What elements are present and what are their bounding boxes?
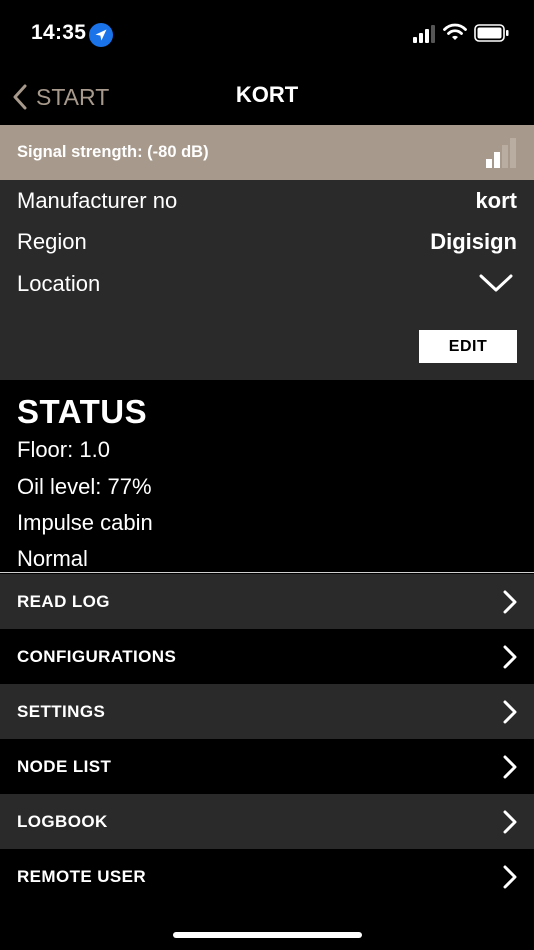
- chevron-right-icon: [503, 645, 517, 669]
- menu-item-node-list[interactable]: NODE LIST: [0, 739, 534, 794]
- navigation-bar: START KORT: [0, 68, 534, 125]
- status-section: STATUS Floor: 1.0 Oil level: 77% Impulse…: [0, 380, 534, 573]
- edit-button[interactable]: EDIT: [419, 330, 517, 363]
- status-title: STATUS: [17, 393, 148, 430]
- region-row: Region Digisign: [17, 225, 517, 259]
- menu-item-label: SETTINGS: [17, 701, 106, 721]
- chevron-right-icon: [503, 810, 517, 834]
- status-time: 14:35: [31, 21, 87, 44]
- wifi-icon: [443, 23, 467, 40]
- signal-strength-banner: Signal strength: (-80 dB): [0, 125, 534, 180]
- home-indicator[interactable]: [173, 932, 362, 938]
- location-row[interactable]: Location: [17, 267, 517, 301]
- chevron-right-icon: [503, 865, 517, 889]
- menu-item-label: LOGBOOK: [17, 811, 108, 831]
- manufacturer-label: Manufacturer no: [17, 188, 178, 213]
- manufacturer-value: kort: [475, 188, 517, 213]
- region-value: Digisign: [430, 229, 517, 254]
- chevron-down-icon[interactable]: [479, 273, 513, 293]
- region-label: Region: [17, 229, 87, 254]
- device-info-panel: Manufacturer no kort Region Digisign Loc…: [0, 180, 534, 380]
- signal-strength-text: Signal strength: (-80 dB): [17, 143, 209, 161]
- menu-item-label: CONFIGURATIONS: [17, 646, 177, 666]
- chevron-right-icon: [503, 755, 517, 779]
- menu-item-label: NODE LIST: [17, 756, 112, 776]
- signal-strength-icon: [486, 138, 516, 168]
- status-bar: 14:35: [0, 0, 534, 68]
- section-divider: [0, 572, 534, 573]
- menu-item-configurations[interactable]: CONFIGURATIONS: [0, 629, 534, 684]
- chevron-right-icon: [503, 700, 517, 724]
- status-floor: Floor: 1.0: [17, 437, 110, 462]
- menu-item-settings[interactable]: SETTINGS: [0, 684, 534, 739]
- chevron-right-icon: [503, 590, 517, 614]
- battery-icon: [474, 24, 509, 42]
- location-arrow-icon: [89, 23, 113, 47]
- menu-item-logbook[interactable]: LOGBOOK: [0, 794, 534, 849]
- status-mode: Normal: [17, 546, 88, 571]
- cellular-signal-icon: [413, 25, 435, 43]
- location-label: Location: [17, 271, 101, 296]
- status-oil-level: Oil level: 77%: [17, 474, 152, 499]
- menu-list: READ LOG CONFIGURATIONS SETTINGS NODE LI…: [0, 574, 534, 904]
- menu-item-read-log[interactable]: READ LOG: [0, 574, 534, 629]
- menu-item-label: REMOTE USER: [17, 866, 147, 886]
- manufacturer-row: Manufacturer no kort: [17, 184, 517, 218]
- menu-item-label: READ LOG: [17, 591, 110, 611]
- page-title: KORT: [235, 82, 299, 107]
- status-impulse: Impulse cabin: [17, 510, 153, 535]
- menu-item-remote-user[interactable]: REMOTE USER: [0, 849, 534, 904]
